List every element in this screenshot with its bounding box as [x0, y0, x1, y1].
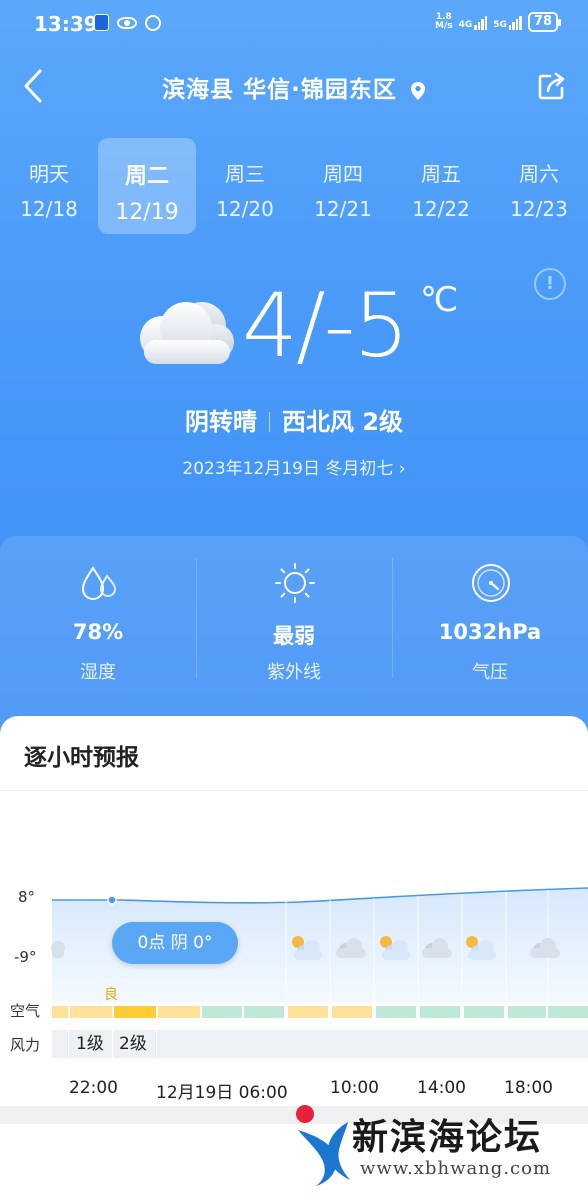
- tab-thursday[interactable]: 周四 12/21: [294, 138, 392, 234]
- aqi-bar: [158, 1006, 200, 1018]
- watermark-title: 新滨海论坛: [352, 1117, 543, 1158]
- alarm-icon: [145, 14, 161, 31]
- hourly-forecast-card: 逐小时预报 8° -9° 0点 阴 0° 空气 良 风力 1级 2级 22:00…: [0, 716, 588, 1116]
- aqi-bar: [244, 1006, 284, 1018]
- battery-icon: 78: [527, 12, 562, 32]
- tab-tomorrow[interactable]: 明天 12/18: [0, 138, 98, 234]
- x-axis-label: 22:00: [69, 1078, 118, 1098]
- status-bar: 13:39 1.8 M/s 4G 5G 78: [0, 0, 588, 50]
- pressure-gauge-icon: [472, 564, 510, 602]
- y-axis-low: -9°: [14, 948, 37, 966]
- hourly-chart[interactable]: 8° -9° 0点 阴 0° 空气 良 风力 1级 2级 22:00 12月19…: [0, 792, 588, 1112]
- temperature-range: 4/-5: [242, 274, 409, 377]
- forum-watermark: 新滨海论坛 www.xbhwang.com: [290, 1098, 588, 1200]
- x-axis-label: 10:00: [330, 1078, 379, 1098]
- divider: [0, 790, 588, 791]
- metrics-panel: 78% 湿度 最弱 紫外线 1032hPa 气压: [0, 536, 588, 736]
- aqi-bar: [376, 1006, 416, 1018]
- humidity-icon: [81, 566, 117, 600]
- location-pin-icon: [410, 81, 425, 100]
- forum-logo-icon: [296, 1105, 350, 1186]
- status-time: 13:39: [34, 12, 98, 36]
- wind-label: 风力: [10, 1036, 41, 1054]
- temperature-curve: [51, 887, 588, 1002]
- wind-level: 1级: [76, 1034, 104, 1054]
- air-quality-value: 良: [104, 987, 118, 1003]
- aqi-bar: [202, 1006, 242, 1018]
- weather-hero: 13:39 1.8 M/s 4G 5G 78 滨海县 华信·锦园东区 明天 12…: [0, 0, 588, 760]
- status-icons-right: 1.8 M/s 4G 5G 78: [434, 12, 562, 32]
- x-axis-label: 14:00: [417, 1078, 466, 1098]
- signal-5g-icon: 5G: [493, 14, 522, 30]
- aqi-bar: [288, 1006, 328, 1018]
- metric-humidity[interactable]: 78% 湿度: [0, 536, 196, 696]
- aqi-bar: [508, 1006, 546, 1018]
- sun-icon: [275, 563, 315, 603]
- divider: [268, 412, 270, 432]
- air-quality-label: 空气: [10, 1002, 41, 1020]
- hour-tooltip: 0点 阴 0°: [112, 922, 238, 964]
- aqi-bar: [70, 1006, 112, 1018]
- tab-saturday[interactable]: 周六 12/23: [490, 138, 588, 234]
- aqi-bar: [114, 1006, 156, 1018]
- wind-level: 2级: [119, 1034, 147, 1054]
- app-notification-icon: [94, 14, 109, 31]
- tab-tuesday[interactable]: 周二 12/19: [98, 138, 196, 234]
- share-icon: [538, 72, 565, 100]
- metric-pressure[interactable]: 1032hPa 气压: [392, 536, 588, 696]
- date-lunar-link[interactable]: 2023年12月19日 冬月初七 ›: [0, 454, 588, 479]
- temperature-unit: ℃: [420, 280, 459, 320]
- watermark-url: www.xbhwang.com: [360, 1158, 552, 1179]
- status-icons-left: [94, 14, 161, 31]
- x-axis-label: 18:00: [504, 1078, 553, 1098]
- aqi-bar: [420, 1006, 460, 1018]
- cloudy-icon: [51, 941, 65, 958]
- share-button[interactable]: [536, 70, 568, 102]
- hourly-title: 逐小时预报: [24, 745, 139, 771]
- weather-condition: 阴转晴 西北风 2级: [184, 408, 404, 436]
- aqi-bar: [548, 1006, 588, 1018]
- metric-uv[interactable]: 最弱 紫外线: [196, 536, 392, 696]
- x-axis-label: 12月19日 06:00: [156, 1083, 288, 1103]
- aqi-bar: [332, 1006, 372, 1018]
- date-tabs: 明天 12/18 周二 12/19 周三 12/20 周四 12/21 周五 1…: [0, 138, 588, 238]
- network-speed: 1.8 M/s: [434, 12, 453, 31]
- info-icon[interactable]: !: [534, 268, 566, 300]
- aqi-bar: [464, 1006, 504, 1018]
- y-axis-high: 8°: [18, 888, 36, 906]
- signal-4g-icon: 4G: [459, 14, 488, 30]
- tab-friday[interactable]: 周五 12/22: [392, 138, 490, 234]
- eye-icon: [117, 16, 137, 29]
- aqi-bar: [52, 1006, 68, 1018]
- cloudy-icon: [140, 302, 234, 364]
- location-title[interactable]: 滨海县 华信·锦园东区: [0, 70, 588, 104]
- tab-wednesday[interactable]: 周三 12/20: [196, 138, 294, 234]
